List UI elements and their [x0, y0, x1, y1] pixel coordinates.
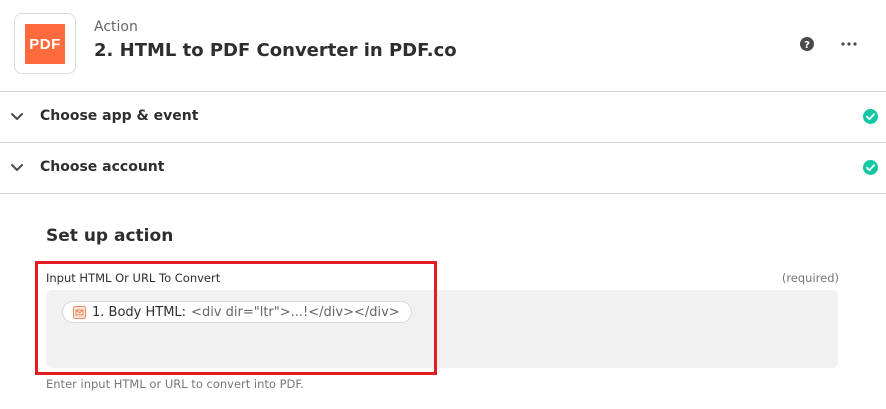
- required-indicator: (required): [781, 271, 839, 285]
- section-choose-app-event[interactable]: Choose app & event: [0, 92, 886, 143]
- step-title: 2. HTML to PDF Converter in PDF.co: [94, 40, 457, 61]
- field-help-text: Enter input HTML or URL to convert into …: [46, 377, 304, 391]
- highlight-box: [35, 261, 437, 375]
- ellipsis-icon[interactable]: [840, 36, 858, 52]
- app-logo: PDF: [14, 13, 76, 74]
- section-label: Choose app & event: [40, 108, 199, 124]
- step-type-label: Action: [94, 19, 138, 35]
- setup-action-title: Set up action: [46, 226, 174, 246]
- question-circle-icon[interactable]: ?: [799, 36, 815, 52]
- check-circle-icon: [863, 109, 878, 124]
- chevron-down-icon: [11, 164, 23, 171]
- section-choose-account[interactable]: Choose account: [0, 143, 886, 194]
- svg-text:?: ?: [804, 40, 810, 51]
- chevron-down-icon: [11, 113, 23, 120]
- pdf-logo-icon: PDF: [25, 24, 65, 64]
- section-label: Choose account: [40, 159, 165, 175]
- step-header: PDF Action 2. HTML to PDF Converter in P…: [0, 0, 886, 92]
- check-circle-icon: [863, 160, 878, 175]
